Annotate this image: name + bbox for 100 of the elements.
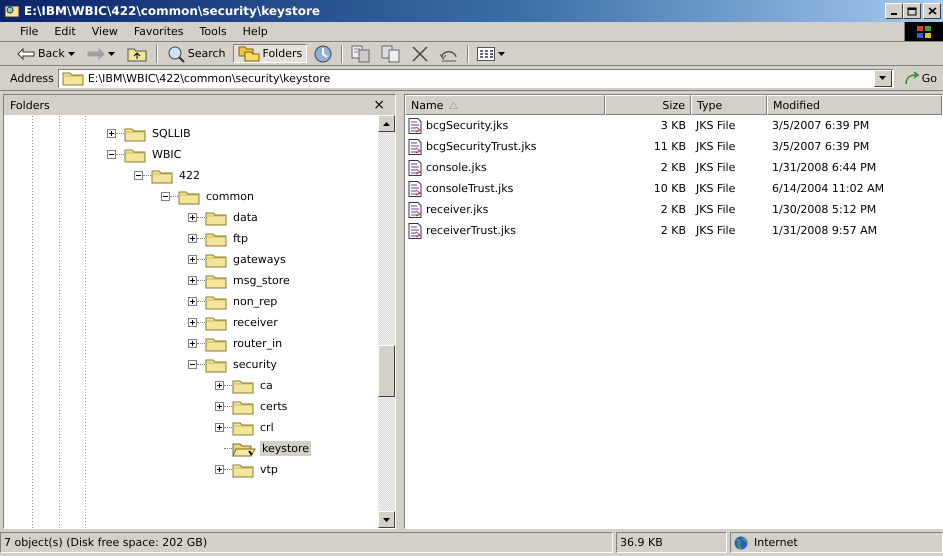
- expand-icon[interactable]: [215, 423, 224, 432]
- expand-icon[interactable]: [188, 297, 197, 306]
- menu-item[interactable]: View: [84, 24, 126, 39]
- folder-item[interactable]: crl: [258, 420, 276, 435]
- collapse-icon[interactable]: [188, 360, 197, 369]
- file-name[interactable]: receiverTrust.jks: [426, 224, 516, 237]
- views-icon[interactable]: [477, 46, 496, 60]
- column-header[interactable]: Modified: [767, 95, 942, 115]
- copy-to-icon[interactable]: [381, 44, 402, 62]
- table-cell-text: 11 KB: [652, 139, 687, 155]
- folder-icon: [232, 462, 254, 478]
- expand-icon[interactable]: [107, 129, 116, 138]
- folder-icon: [205, 210, 227, 226]
- table-cell-text: JKS File: [694, 160, 736, 176]
- folder-icon: [205, 230, 227, 246]
- folder-icon: [124, 146, 146, 162]
- expand-icon[interactable]: [215, 402, 224, 411]
- folder-icon: [62, 70, 84, 86]
- folder-item[interactable]: ca: [258, 378, 275, 393]
- column-header[interactable]: Name: [405, 95, 605, 115]
- folder-icon: [232, 398, 254, 414]
- move-to-icon[interactable]: [351, 44, 372, 62]
- globe-icon: [734, 536, 748, 550]
- expand-icon[interactable]: [188, 276, 197, 285]
- table-cell-text: 2 KB: [660, 160, 687, 176]
- expand-icon[interactable]: [188, 318, 197, 327]
- folder-item[interactable]: common: [204, 189, 256, 204]
- folder-item[interactable]: WBIC: [150, 147, 184, 162]
- scrollbar[interactable]: [378, 115, 395, 528]
- folder-icon: [205, 356, 227, 372]
- caret-icon[interactable]: [879, 76, 886, 80]
- search-button[interactable]: Search: [162, 44, 231, 63]
- collapse-icon[interactable]: [107, 150, 116, 159]
- file-name[interactable]: bcgSecurity.jks: [426, 119, 508, 132]
- table-cell-text: 10 KB: [652, 181, 687, 197]
- history-icon[interactable]: [313, 44, 334, 64]
- menu-item[interactable]: File: [12, 24, 46, 39]
- folder-icon: [205, 336, 227, 352]
- back-button[interactable]: Back: [12, 44, 80, 63]
- table-cell-text: 1/31/2008 9:57 AM: [771, 223, 878, 239]
- close-button[interactable]: ×: [369, 97, 389, 113]
- folder-item[interactable]: router_in: [231, 336, 284, 351]
- menu-item[interactable]: Favorites: [126, 24, 192, 39]
- column-header[interactable]: Size: [605, 95, 691, 115]
- folder-item[interactable]: data: [231, 210, 260, 225]
- go-arrow-icon: [904, 71, 920, 85]
- file-name[interactable]: consoleTrust.jks: [426, 182, 514, 195]
- column-header[interactable]: Type: [691, 95, 767, 115]
- menu-item[interactable]: Edit: [46, 24, 84, 39]
- folder-item[interactable]: vtp: [258, 462, 280, 477]
- folder-item[interactable]: 422: [177, 168, 202, 183]
- address-field[interactable]: E:\IBM\WBIC\422\common\security\keystore: [58, 68, 894, 88]
- file-name[interactable]: receiver.jks: [426, 203, 488, 216]
- folder-item[interactable]: certs: [258, 399, 290, 414]
- back-arrow-icon: [17, 48, 35, 60]
- folder-icon: [151, 168, 173, 184]
- folder-item[interactable]: security: [231, 357, 279, 372]
- document-icon: [408, 180, 422, 196]
- table-cell-text: 3/5/2007 6:39 PM: [771, 118, 870, 134]
- close-button[interactable]: [923, 3, 941, 19]
- collapse-icon[interactable]: [134, 171, 143, 180]
- folder-icon: [124, 126, 146, 142]
- folders-button[interactable]: Folders: [232, 44, 308, 63]
- maximize-button[interactable]: [903, 3, 921, 19]
- folder-item[interactable]: non_rep: [231, 294, 280, 309]
- expand-icon[interactable]: [215, 465, 224, 474]
- scroll-thumb[interactable]: [378, 345, 395, 397]
- collapse-icon[interactable]: [161, 192, 170, 201]
- window-title: E:\IBM\WBIC\422\common\security\keystore: [24, 4, 322, 18]
- folder-icon: [232, 420, 254, 436]
- expand-icon[interactable]: [188, 213, 197, 222]
- expand-icon[interactable]: [188, 255, 197, 264]
- table-cell-text: JKS File: [694, 181, 736, 197]
- up-folder-icon: [126, 46, 147, 62]
- menu-item[interactable]: Tools: [192, 24, 235, 39]
- table-cell-text: 1/31/2008 6:44 PM: [771, 160, 878, 176]
- caret-icon[interactable]: [498, 52, 506, 56]
- scroll-up-icon[interactable]: [383, 122, 390, 126]
- folder-item[interactable]: receiver: [231, 315, 280, 330]
- file-name[interactable]: bcgSecurityTrust.jks: [426, 140, 536, 153]
- folder-item[interactable]: msg_store: [231, 273, 292, 288]
- folder-item[interactable]: gateways: [231, 252, 288, 267]
- menu-item[interactable]: Help: [234, 24, 276, 39]
- scroll-down-icon[interactable]: [383, 518, 390, 522]
- folder-item[interactable]: keystore: [260, 441, 312, 456]
- expand-icon[interactable]: [188, 234, 197, 243]
- folder-item[interactable]: SQLLIB: [150, 126, 193, 141]
- minimize-button[interactable]: [885, 3, 903, 19]
- table-cell-text: JKS File: [694, 118, 736, 134]
- file-name[interactable]: console.jks: [426, 161, 487, 174]
- zone-indicator: Internet: [730, 532, 943, 553]
- document-icon: [408, 222, 422, 238]
- table-cell-text: 3 KB: [660, 118, 687, 134]
- delete-icon[interactable]: [411, 44, 430, 62]
- caret-icon[interactable]: [68, 52, 75, 56]
- folder-item[interactable]: ftp: [231, 231, 250, 246]
- go-button[interactable]: Go: [898, 71, 943, 85]
- expand-icon[interactable]: [188, 339, 197, 348]
- table-cell-text: JKS File: [694, 223, 736, 239]
- expand-icon[interactable]: [215, 381, 224, 390]
